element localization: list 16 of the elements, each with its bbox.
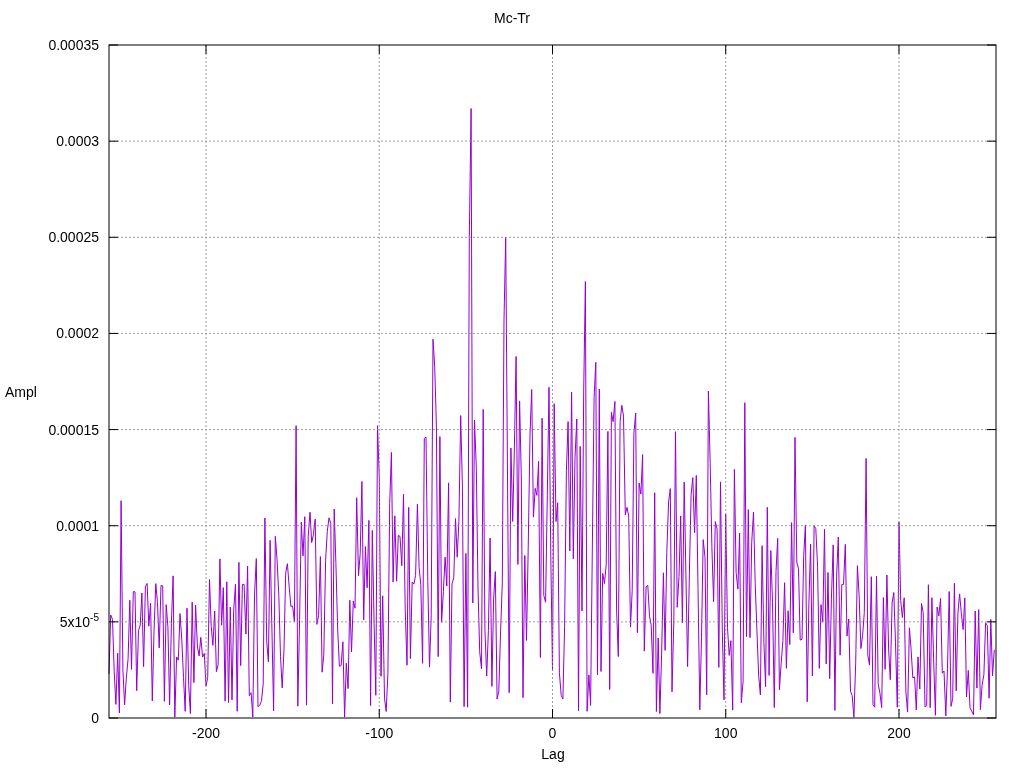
y-axis-label: Ampl <box>5 384 37 400</box>
x-tick-label: 100 <box>714 725 738 741</box>
y-tick-label: 5x10$^{-5}$ <box>59 613 99 630</box>
y-tick-label: 0.00025 <box>48 229 99 246</box>
x-tick-label: -200 <box>192 725 221 741</box>
x-tick-label: -100 <box>365 725 394 741</box>
x-axis-label: Lag <box>541 746 565 762</box>
y-tick-label: 0 <box>91 710 99 726</box>
y-tick-label: 0.0003 <box>56 133 99 150</box>
y-tick-label: 0.0002 <box>56 325 99 342</box>
x-tick-label: 200 <box>887 725 911 741</box>
y-tick-label: 0.0001 <box>56 517 99 534</box>
x-tick-label: 0 <box>548 725 557 741</box>
chart-title: Mc-Tr <box>494 10 530 26</box>
y-tick-label: 0.00015 <box>48 421 99 438</box>
y-tick-label: 0.00035 <box>48 37 99 53</box>
